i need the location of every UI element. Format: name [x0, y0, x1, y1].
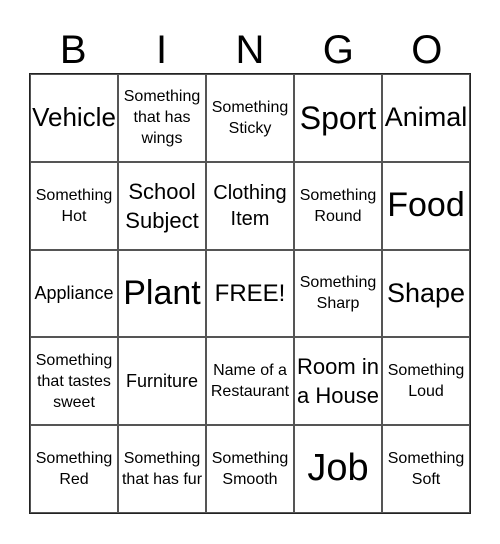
bingo-cell[interactable]: School Subject [118, 161, 206, 250]
bingo-cell[interactable]: Something Round [294, 161, 382, 250]
header-letter-b: B [59, 28, 87, 72]
bingo-cell[interactable]: Something Sticky [206, 74, 294, 162]
bingo-cell[interactable]: Something that has wings [118, 74, 206, 162]
header-letter-o: O [411, 28, 443, 72]
bingo-cell[interactable]: Something Soft [382, 425, 470, 513]
bingo-cell[interactable]: Job [294, 425, 382, 513]
header-letter-g: G [322, 28, 354, 72]
bingo-cell[interactable]: Vehicle [30, 74, 118, 162]
bingo-cell[interactable]: Something that tastes sweet [30, 337, 118, 426]
bingo-cell[interactable]: Something Smooth [206, 425, 294, 513]
bingo-cell[interactable]: Something Hot [30, 161, 118, 250]
bingo-cell[interactable]: Something Red [30, 425, 118, 513]
bingo-cell[interactable]: Animal [382, 74, 470, 162]
bingo-cell[interactable]: Something Sharp [294, 249, 382, 338]
bingo-cell[interactable]: Name of a Restaurant [206, 337, 294, 426]
bingo-cell[interactable]: Something Loud [382, 337, 470, 426]
bingo-cell[interactable]: Food [382, 161, 470, 250]
bingo-cell[interactable]: Plant [118, 249, 206, 338]
bingo-card: Vehicle Something that has wings Somethi… [29, 73, 471, 514]
bingo-header: B I N G O [29, 28, 471, 72]
header-letter-n: N [235, 28, 265, 72]
header-letter-i: I [156, 28, 168, 72]
bingo-cell[interactable]: Room in a House [294, 337, 382, 426]
bingo-cell[interactable]: Appliance [30, 249, 118, 338]
free-space[interactable]: FREE! [206, 249, 294, 338]
bingo-cell[interactable]: Furniture [118, 337, 206, 426]
bingo-cell[interactable]: Sport [294, 74, 382, 162]
bingo-cell[interactable]: Something that has fur [118, 425, 206, 513]
bingo-cell[interactable]: Shape [382, 249, 470, 338]
bingo-cell[interactable]: Clothing Item [206, 161, 294, 250]
